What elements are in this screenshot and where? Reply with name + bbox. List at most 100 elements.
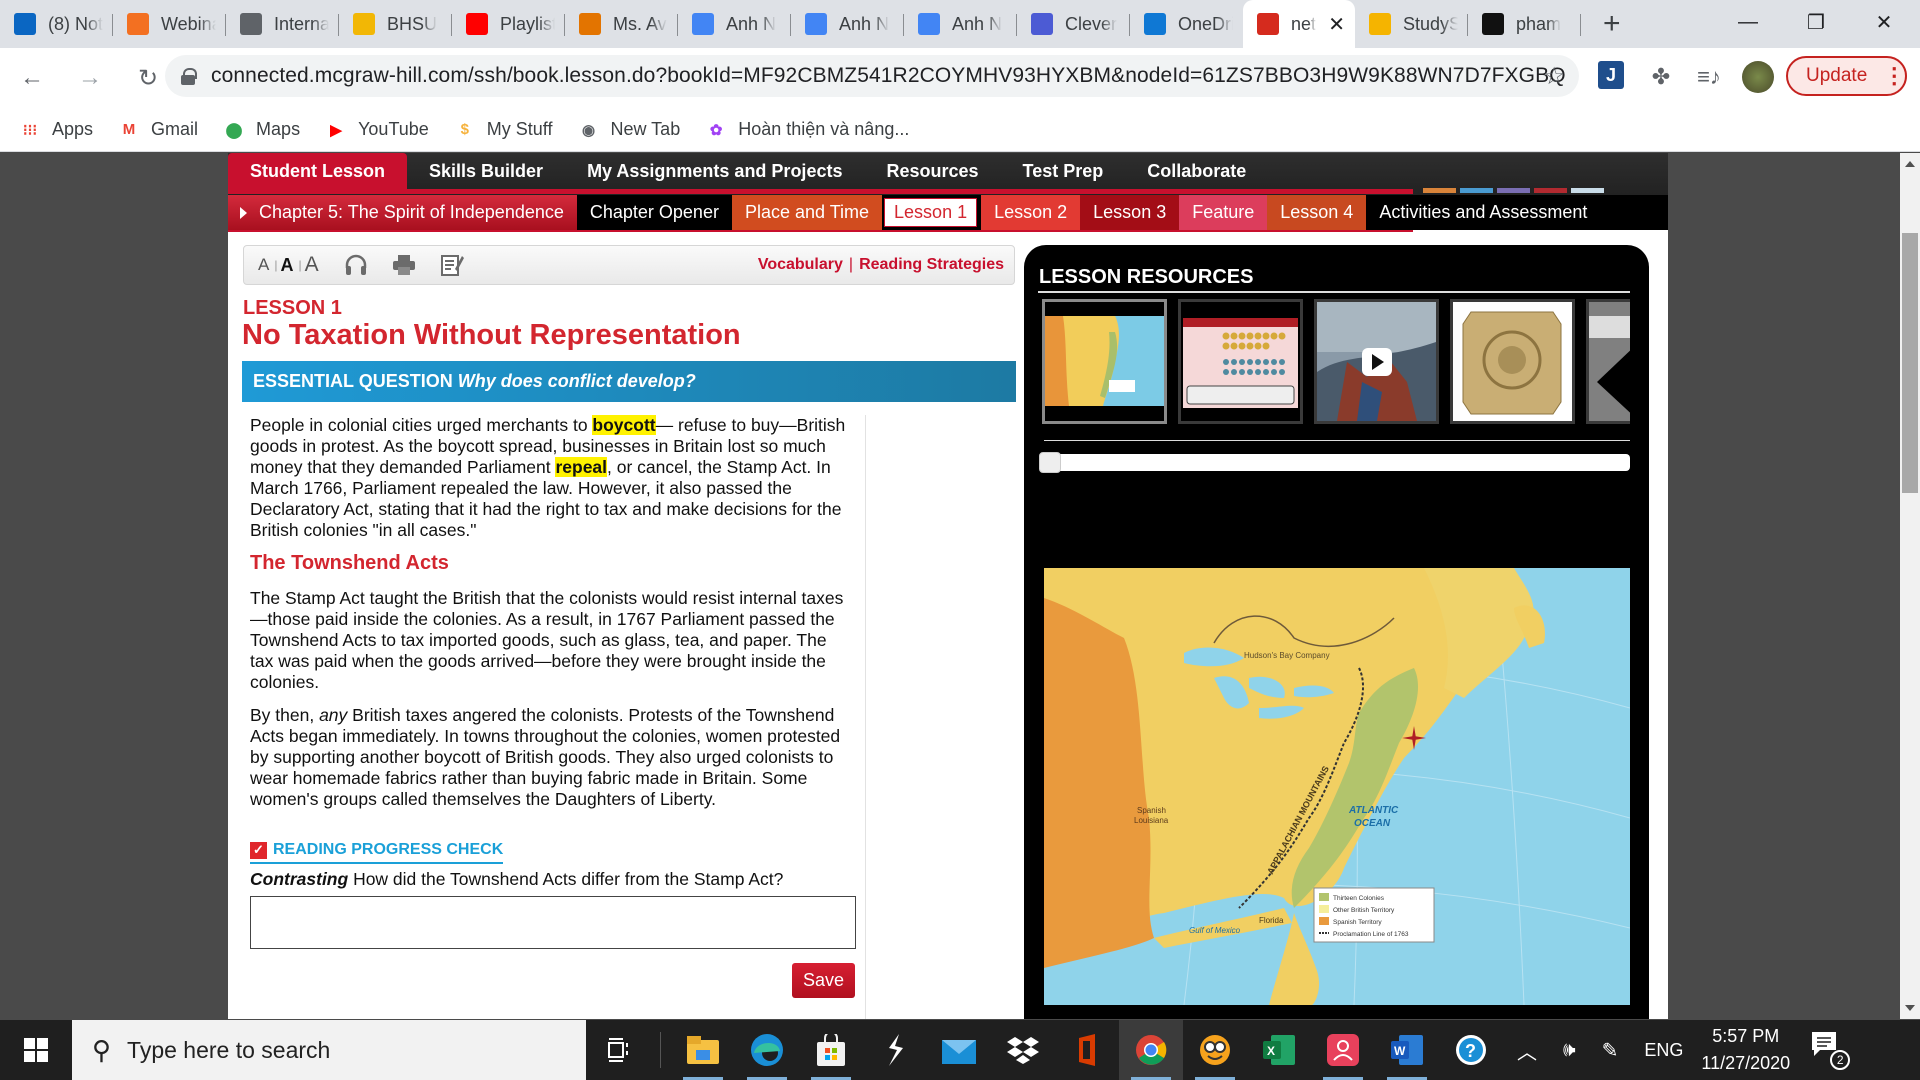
bookmark-item[interactable]: $ My Stuff: [455, 119, 553, 140]
slider-handle[interactable]: [1039, 452, 1061, 473]
chapter-nav-item[interactable]: Feature: [1179, 195, 1268, 230]
chapter-nav-item[interactable]: Lesson 1: [884, 198, 978, 227]
browser-tab[interactable]: BHSU: [339, 0, 452, 48]
minimize-button[interactable]: —: [1714, 0, 1782, 44]
browser-tab[interactable]: Anh N: [678, 0, 791, 48]
carousel-slider[interactable]: [1039, 452, 1630, 473]
browser-tab[interactable]: Ms. Av: [565, 0, 678, 48]
media-control-icon[interactable]: ≡♪: [1694, 62, 1724, 92]
browser-tab[interactable]: Playlist: [452, 0, 565, 48]
browser-tab[interactable]: OneDrive: [1130, 0, 1243, 48]
main-nav-item[interactable]: Resources: [864, 153, 1000, 190]
pen-icon[interactable]: ✎: [1602, 1038, 1619, 1063]
taskbar-search[interactable]: ⚲ Type here to search: [72, 1020, 586, 1080]
reader-links: Vocabulary | Reading Strategies: [758, 256, 1004, 274]
extension-j-icon[interactable]: J: [1598, 61, 1624, 89]
app-lightning-icon[interactable]: [863, 1020, 927, 1080]
microsoft-store-icon[interactable]: [799, 1020, 863, 1080]
bookmark-item[interactable]: M Gmail: [119, 119, 198, 140]
emoji-app-icon[interactable]: [1183, 1020, 1247, 1080]
font-size-small-button[interactable]: A: [258, 255, 269, 275]
show-hidden-icons-chevron[interactable]: ︿: [1517, 1036, 1537, 1065]
notes-icon[interactable]: [439, 253, 465, 277]
forward-button[interactable]: →: [70, 64, 110, 92]
artifact-thumbnail[interactable]: [1450, 299, 1575, 424]
font-size-medium-button[interactable]: A: [280, 255, 293, 276]
main-nav-item[interactable]: Student Lesson: [228, 153, 408, 190]
vocab-term-boycott[interactable]: boycott: [592, 415, 656, 435]
main-nav-item[interactable]: Collaborate: [1125, 153, 1268, 190]
excel-icon[interactable]: X: [1247, 1020, 1311, 1080]
next-thumbnail[interactable]: [1586, 299, 1630, 424]
people-app-icon[interactable]: [1311, 1020, 1375, 1080]
scrollbar-thumb[interactable]: [1902, 233, 1918, 493]
dropbox-icon[interactable]: [991, 1020, 1055, 1080]
chart-thumbnail[interactable]: [1178, 299, 1303, 424]
chapter-nav-item[interactable]: Place and Time: [731, 195, 883, 230]
browser-tab[interactable]: pham: [1468, 0, 1581, 48]
edge-icon[interactable]: [735, 1020, 799, 1080]
browser-tab[interactable]: Clever: [1017, 0, 1130, 48]
map-thumbnail[interactable]: [1042, 299, 1167, 424]
chapter-nav-item[interactable]: Lesson 3: [1080, 195, 1180, 230]
new-tab-button[interactable]: +: [1603, 9, 1621, 39]
help-icon[interactable]: ?: [1439, 1020, 1503, 1080]
profile-avatar[interactable]: [1742, 61, 1774, 93]
reading-strategies-link[interactable]: Reading Strategies: [859, 256, 1004, 273]
main-nav-item[interactable]: My Assignments and Projects: [565, 153, 864, 190]
save-button[interactable]: Save: [792, 963, 855, 998]
main-nav-item[interactable]: Skills Builder: [407, 153, 565, 190]
video-thumbnail[interactable]: [1314, 299, 1439, 424]
reload-button[interactable]: ↻: [128, 64, 168, 93]
chapter-nav-item[interactable]: Lesson 2: [981, 195, 1081, 230]
notifications-icon[interactable]: 2: [1810, 1030, 1851, 1070]
mail-icon[interactable]: [927, 1020, 991, 1080]
task-view-icon[interactable]: [586, 1020, 650, 1080]
file-explorer-icon[interactable]: [671, 1020, 735, 1080]
colonial-map[interactable]: Hudson's Bay Company Spanish Louisiana A…: [1044, 568, 1630, 1005]
volume-icon[interactable]: 🕪: [1563, 1039, 1576, 1062]
browser-tab[interactable]: Anh N: [791, 0, 904, 48]
print-icon[interactable]: [391, 253, 417, 277]
font-size-large-button[interactable]: A: [305, 253, 319, 277]
bookmark-item[interactable]: ⬤ Maps: [224, 119, 300, 140]
chapter-dropdown[interactable]: Chapter 5: The Spirit of Independence: [228, 195, 577, 230]
back-button[interactable]: ←: [12, 64, 52, 92]
start-button[interactable]: [0, 1020, 72, 1080]
bookmark-item[interactable]: ▶ YouTube: [326, 119, 429, 140]
bookmark-item[interactable]: ✿ Hoàn thiện và nâng...: [706, 119, 909, 140]
browser-tab[interactable]: Anh N: [904, 0, 1017, 48]
browser-tab[interactable]: (8) Notifications: [0, 0, 113, 48]
vocabulary-link[interactable]: Vocabulary: [758, 256, 843, 273]
chapter-nav-item[interactable]: Activities and Assessment: [1366, 195, 1601, 230]
clock[interactable]: 5:57 PM 11/27/2020: [1701, 1023, 1790, 1077]
restore-button[interactable]: ❐: [1782, 0, 1850, 44]
chapter-nav-item[interactable]: Chapter Opener: [576, 195, 732, 230]
address-bar[interactable]: connected.mcgraw-hill.com/ssh/book.lesso…: [165, 55, 1579, 97]
browser-tab[interactable]: Webinar: [113, 0, 226, 48]
main-nav-item[interactable]: Test Prep: [1001, 153, 1126, 190]
play-icon[interactable]: [1361, 347, 1392, 376]
bookmark-item[interactable]: ⁝⁝⁝ Apps: [20, 119, 93, 140]
bookmark-star-icon[interactable]: ☆: [1543, 62, 1565, 91]
extensions-puzzle-icon[interactable]: ✤: [1646, 62, 1676, 92]
update-button[interactable]: Update ⋮: [1786, 56, 1907, 96]
vocab-term-repeal[interactable]: repeal: [555, 457, 608, 477]
scroll-up-arrow[interactable]: [1905, 161, 1915, 167]
chrome-icon[interactable]: [1119, 1020, 1183, 1080]
word-icon[interactable]: W: [1375, 1020, 1439, 1080]
office-icon[interactable]: [1055, 1020, 1119, 1080]
chapter-nav-item[interactable]: Lesson 4: [1267, 195, 1367, 230]
close-window-button[interactable]: ✕: [1850, 0, 1918, 44]
headphones-icon[interactable]: [343, 253, 369, 277]
column-divider: [865, 415, 866, 1019]
browser-tab[interactable]: International: [226, 0, 339, 48]
language-indicator[interactable]: ENG: [1644, 1040, 1683, 1061]
answer-input[interactable]: [250, 896, 856, 949]
browser-tab[interactable]: StudySync: [1355, 0, 1468, 48]
page-scrollbar[interactable]: [1900, 153, 1920, 1019]
bookmark-item[interactable]: ◉ New Tab: [579, 119, 680, 140]
browser-tab[interactable]: net ✕: [1243, 0, 1355, 48]
close-tab-icon[interactable]: ✕: [1328, 12, 1345, 37]
scroll-down-arrow[interactable]: [1905, 1005, 1915, 1011]
